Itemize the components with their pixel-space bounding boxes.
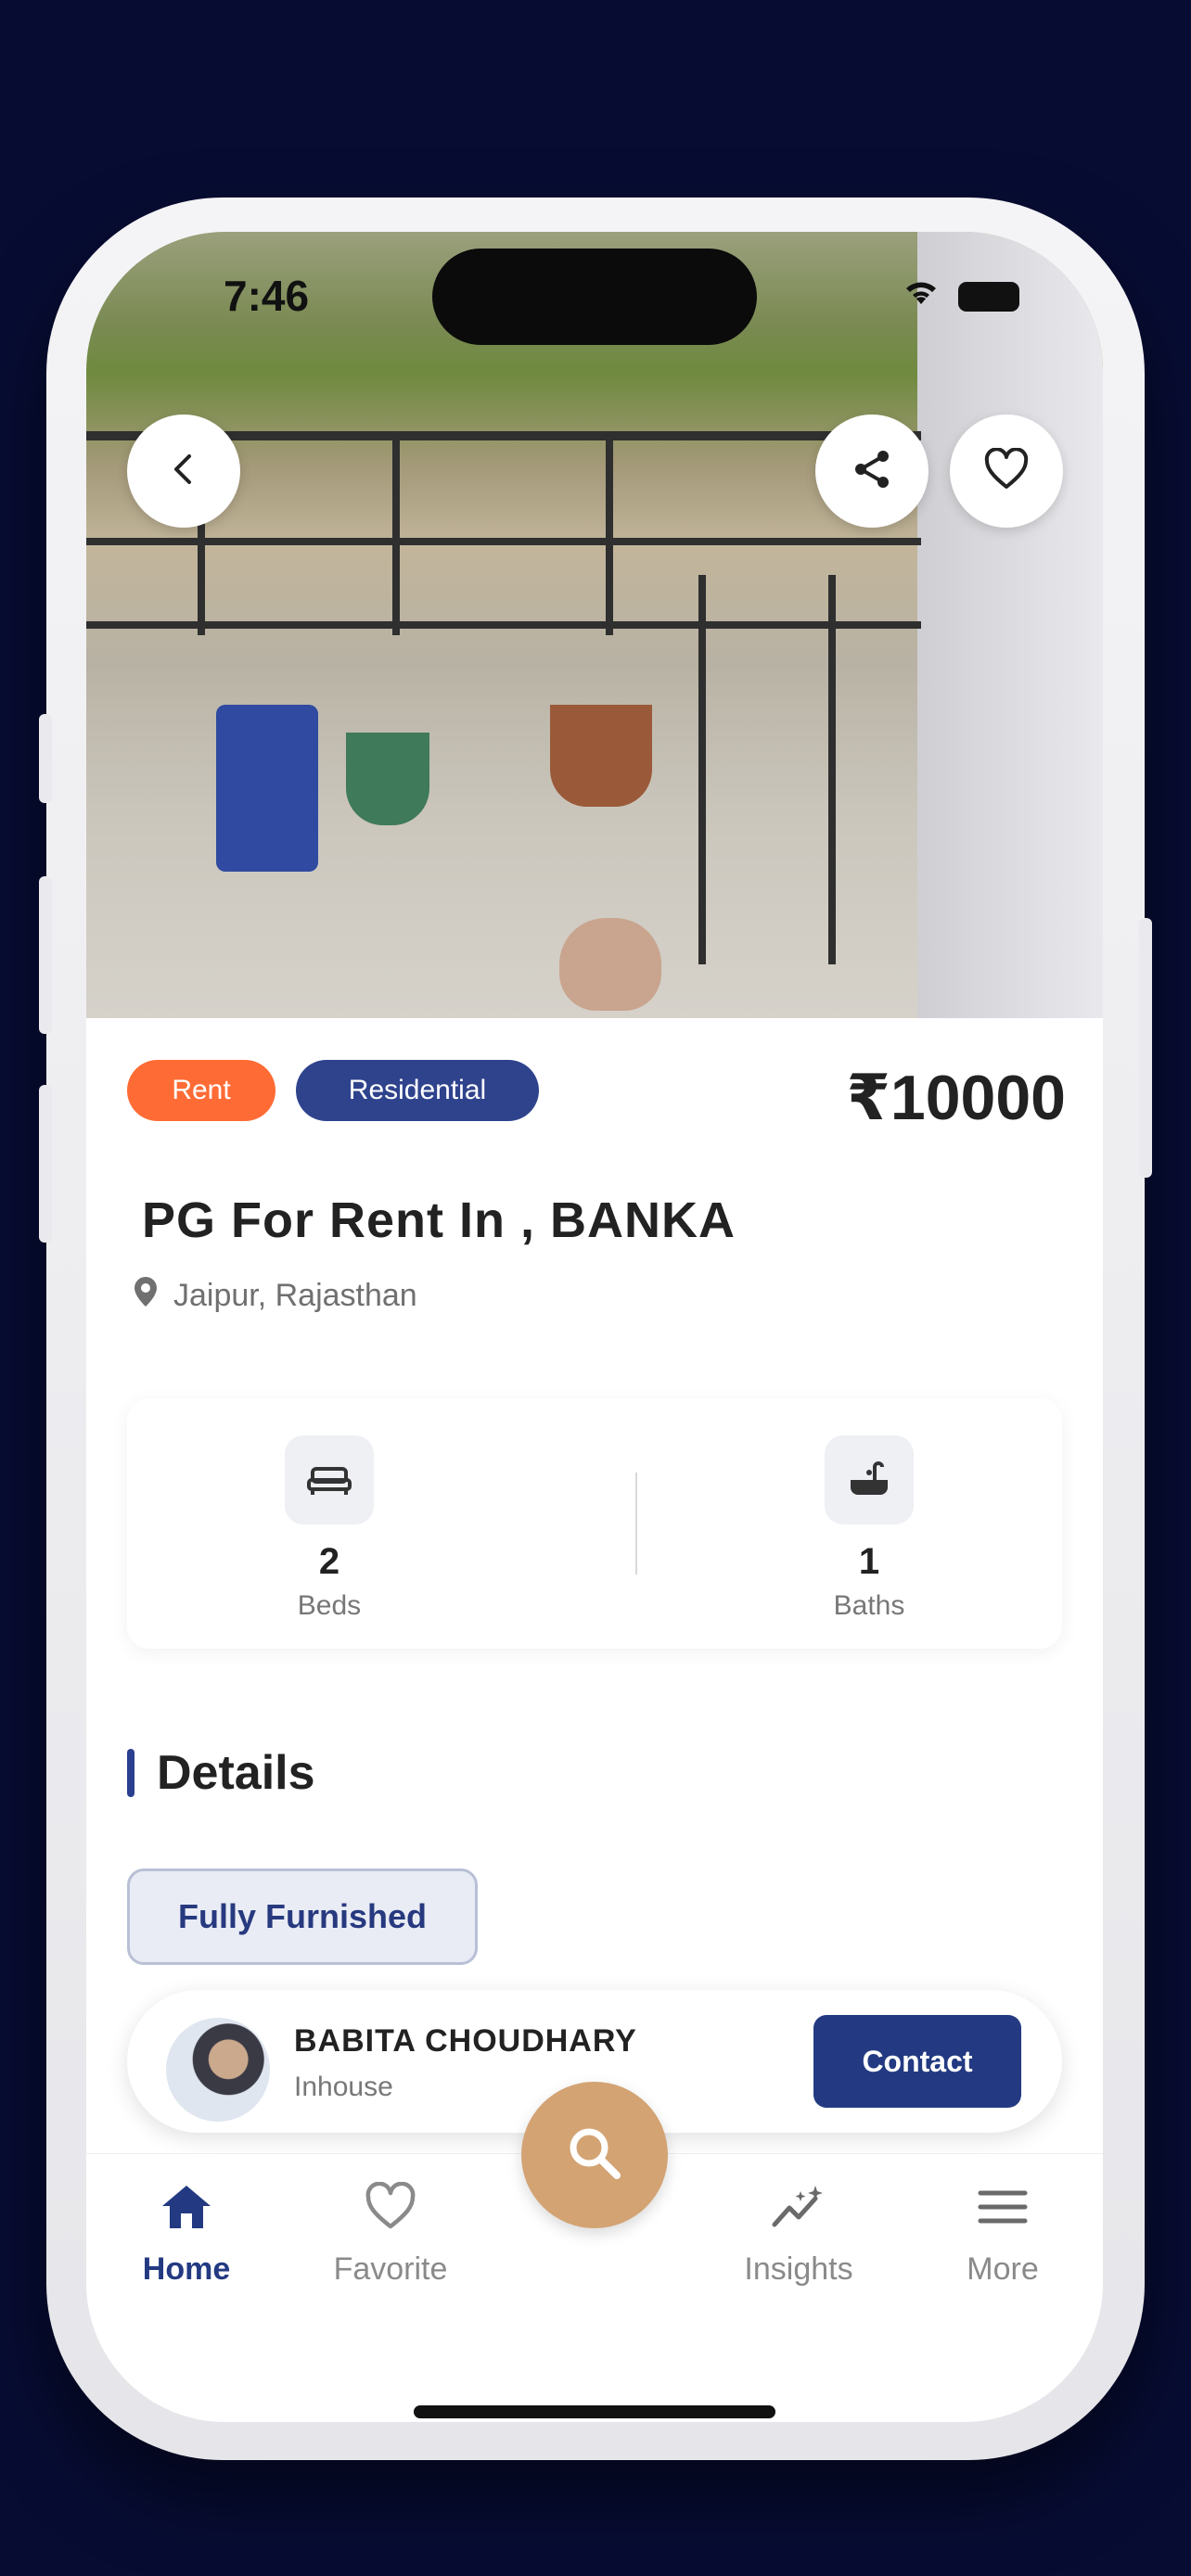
listing-price: ₹10000	[846, 1063, 1066, 1133]
nav-item-home[interactable]: Home	[94, 2182, 279, 2288]
side-button	[1139, 918, 1152, 1178]
home-icon	[159, 2186, 214, 2236]
baths-stat: 1 Baths	[684, 1398, 1055, 1649]
side-button	[39, 714, 52, 803]
feature-chip: Fully Furnished	[127, 1868, 478, 1965]
home-indicator	[414, 2405, 775, 2418]
details-heading: Details	[157, 1746, 315, 1800]
heart-icon	[363, 2181, 418, 2236]
battery-icon	[958, 281, 1019, 312]
baths-label: Baths	[833, 1590, 905, 1621]
photo-railing	[392, 431, 400, 635]
wifi-icon	[901, 276, 941, 316]
listing-title: PG For Rent In , BANKA	[142, 1192, 736, 1248]
menu-icon	[975, 2190, 1031, 2236]
share-button[interactable]	[815, 414, 928, 528]
chevron-left-icon	[165, 451, 202, 492]
nav-item-insights[interactable]: Insights	[706, 2182, 891, 2288]
search-icon	[565, 2123, 624, 2187]
photo-bucket	[346, 733, 429, 825]
listing-location: Jaipur, Rajasthan	[133, 1275, 417, 1317]
photo-stand	[698, 575, 706, 964]
photo-bag	[216, 705, 318, 872]
photo-railing	[606, 431, 613, 635]
location-text: Jaipur, Rajasthan	[173, 1278, 417, 1313]
location-pin-icon	[133, 1275, 159, 1317]
section-accent-bar	[127, 1749, 134, 1797]
details-section-header: Details	[127, 1745, 315, 1801]
status-icons	[901, 276, 1019, 316]
photo-railing	[86, 621, 921, 629]
nav-label-favorite: Favorite	[333, 2251, 448, 2287]
nav-item-more[interactable]: More	[910, 2182, 1095, 2288]
nav-label-more: More	[967, 2251, 1039, 2287]
status-time: 7:46	[224, 272, 310, 320]
side-button	[39, 876, 52, 1034]
photo-railing	[86, 538, 921, 545]
photo-stand	[828, 575, 836, 964]
nav-item-favorite[interactable]: Favorite	[298, 2181, 483, 2288]
photo-pot	[559, 918, 661, 1011]
insights-icon	[769, 2186, 828, 2236]
contact-button[interactable]: Contact	[813, 2015, 1021, 2108]
photo-pot	[550, 705, 652, 807]
stats-card: 2 Beds 1 Baths	[127, 1398, 1062, 1649]
dynamic-island	[432, 249, 757, 345]
nav-label-home: Home	[142, 2251, 231, 2287]
heart-icon	[983, 446, 1030, 495]
tag-rent: Rent	[127, 1060, 275, 1121]
bathtub-icon	[825, 1435, 914, 1524]
beds-value: 2	[318, 1541, 340, 1582]
nav-label-insights: Insights	[744, 2251, 853, 2287]
agent-type: Inhouse	[294, 2072, 393, 2102]
back-button[interactable]	[127, 414, 240, 528]
beds-label: Beds	[297, 1590, 362, 1621]
property-photo	[86, 232, 1103, 1018]
avatar	[166, 2018, 270, 2122]
side-button	[39, 1085, 52, 1243]
tag-residential: Residential	[296, 1060, 539, 1121]
favorite-button[interactable]	[950, 414, 1063, 528]
app-screen: 7:46 Rent Residential ₹10000 PG For Rent…	[86, 232, 1103, 2422]
baths-value: 1	[858, 1541, 880, 1582]
search-fab[interactable]	[521, 2082, 668, 2228]
bed-icon	[285, 1435, 374, 1524]
photo-wall	[917, 232, 1103, 1018]
share-icon	[850, 447, 894, 496]
agent-name: BABITA CHOUDHARY	[294, 2023, 637, 2059]
stats-divider	[635, 1473, 637, 1575]
beds-stat: 2 Beds	[144, 1398, 515, 1649]
